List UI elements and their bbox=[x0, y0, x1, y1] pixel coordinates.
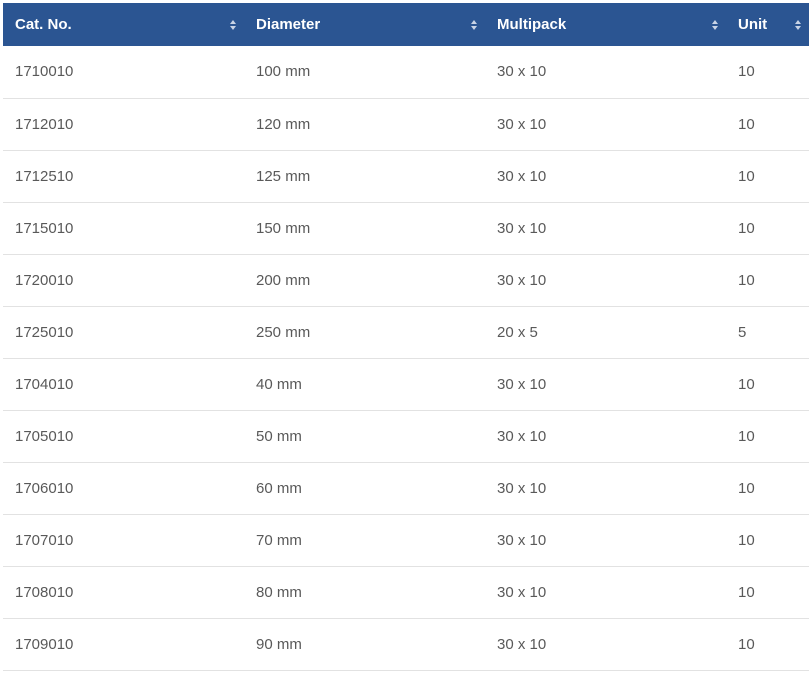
table-row: 1706010 60 mm 30 x 10 10 bbox=[3, 462, 809, 515]
cell-multipack: 30 x 10 bbox=[485, 514, 726, 567]
cell-diameter: 40 mm bbox=[244, 358, 485, 411]
column-header-multipack[interactable]: Multipack bbox=[485, 3, 726, 46]
cell-multipack: 30 x 10 bbox=[485, 254, 726, 307]
cell-unit: 10 bbox=[726, 358, 809, 411]
sort-icon[interactable] bbox=[470, 19, 478, 31]
column-header-label: Multipack bbox=[497, 16, 567, 33]
table-row: 1707010 70 mm 30 x 10 10 bbox=[3, 514, 809, 567]
cell-unit: 10 bbox=[726, 566, 809, 619]
cell-multipack: 30 x 10 bbox=[485, 618, 726, 671]
cell-cat-no: 1720010 bbox=[3, 254, 244, 307]
table-row: 1708010 80 mm 30 x 10 10 bbox=[3, 566, 809, 619]
cell-cat-no: 1712510 bbox=[3, 150, 244, 203]
table-row: 1705010 50 mm 30 x 10 10 bbox=[3, 410, 809, 463]
cell-multipack: 30 x 10 bbox=[485, 202, 726, 255]
sort-icon[interactable] bbox=[229, 19, 237, 31]
cell-diameter: 90 mm bbox=[244, 618, 485, 671]
cell-cat-no: 1706010 bbox=[3, 462, 244, 515]
cell-multipack: 30 x 10 bbox=[485, 98, 726, 151]
column-header-diameter[interactable]: Diameter bbox=[244, 3, 485, 46]
cell-unit: 10 bbox=[726, 254, 809, 307]
cell-diameter: 250 mm bbox=[244, 306, 485, 359]
cell-cat-no: 1707010 bbox=[3, 514, 244, 567]
cell-unit: 10 bbox=[726, 514, 809, 567]
cell-unit: 10 bbox=[726, 202, 809, 255]
cell-diameter: 60 mm bbox=[244, 462, 485, 515]
cell-cat-no: 1705010 bbox=[3, 410, 244, 463]
table-row: 1715010 150 mm 30 x 10 10 bbox=[3, 202, 809, 255]
table-row: 1709010 90 mm 30 x 10 10 bbox=[3, 618, 809, 671]
cell-cat-no: 1715010 bbox=[3, 202, 244, 255]
cell-unit: 5 bbox=[726, 306, 809, 359]
table-row: 1704010 40 mm 30 x 10 10 bbox=[3, 358, 809, 411]
cell-unit: 10 bbox=[726, 98, 809, 151]
sort-icon[interactable] bbox=[711, 19, 719, 31]
cell-diameter: 50 mm bbox=[244, 410, 485, 463]
column-header-label: Diameter bbox=[256, 16, 321, 33]
column-header-unit[interactable]: Unit bbox=[726, 3, 809, 46]
cell-unit: 10 bbox=[726, 150, 809, 203]
cell-unit: 10 bbox=[726, 462, 809, 515]
cell-diameter: 80 mm bbox=[244, 566, 485, 619]
table-row: 1712010 120 mm 30 x 10 10 bbox=[3, 98, 809, 151]
cell-diameter: 150 mm bbox=[244, 202, 485, 255]
cell-diameter: 200 mm bbox=[244, 254, 485, 307]
table-row: 1710010 100 mm 30 x 10 10 bbox=[3, 46, 809, 99]
table-body: 1710010 100 mm 30 x 10 10 1712010 120 mm… bbox=[3, 46, 809, 671]
product-table: Cat. No. Diameter Multipack Unit 1710010… bbox=[3, 3, 809, 671]
column-header-cat-no[interactable]: Cat. No. bbox=[3, 3, 244, 46]
cell-cat-no: 1708010 bbox=[3, 566, 244, 619]
cell-cat-no: 1710010 bbox=[3, 46, 244, 99]
cell-multipack: 30 x 10 bbox=[485, 150, 726, 203]
cell-cat-no: 1712010 bbox=[3, 98, 244, 151]
column-header-label: Unit bbox=[738, 16, 768, 33]
cell-unit: 10 bbox=[726, 618, 809, 671]
table-header: Cat. No. Diameter Multipack Unit bbox=[3, 3, 809, 46]
table-row: 1725010 250 mm 20 x 5 5 bbox=[3, 306, 809, 359]
cell-multipack: 30 x 10 bbox=[485, 46, 726, 99]
cell-multipack: 30 x 10 bbox=[485, 462, 726, 515]
cell-diameter: 120 mm bbox=[244, 98, 485, 151]
cell-multipack: 30 x 10 bbox=[485, 410, 726, 463]
cell-multipack: 30 x 10 bbox=[485, 566, 726, 619]
table-header-row: Cat. No. Diameter Multipack Unit bbox=[3, 3, 809, 46]
cell-unit: 10 bbox=[726, 46, 809, 99]
table-row: 1720010 200 mm 30 x 10 10 bbox=[3, 254, 809, 307]
cell-multipack: 20 x 5 bbox=[485, 306, 726, 359]
cell-unit: 10 bbox=[726, 410, 809, 463]
table-row: 1712510 125 mm 30 x 10 10 bbox=[3, 150, 809, 203]
column-header-label: Cat. No. bbox=[15, 16, 72, 33]
cell-diameter: 100 mm bbox=[244, 46, 485, 99]
cell-cat-no: 1704010 bbox=[3, 358, 244, 411]
product-table-container: Cat. No. Diameter Multipack Unit 1710010… bbox=[3, 3, 809, 671]
cell-diameter: 125 mm bbox=[244, 150, 485, 203]
cell-cat-no: 1725010 bbox=[3, 306, 244, 359]
sort-icon[interactable] bbox=[794, 19, 802, 31]
cell-cat-no: 1709010 bbox=[3, 618, 244, 671]
cell-multipack: 30 x 10 bbox=[485, 358, 726, 411]
cell-diameter: 70 mm bbox=[244, 514, 485, 567]
